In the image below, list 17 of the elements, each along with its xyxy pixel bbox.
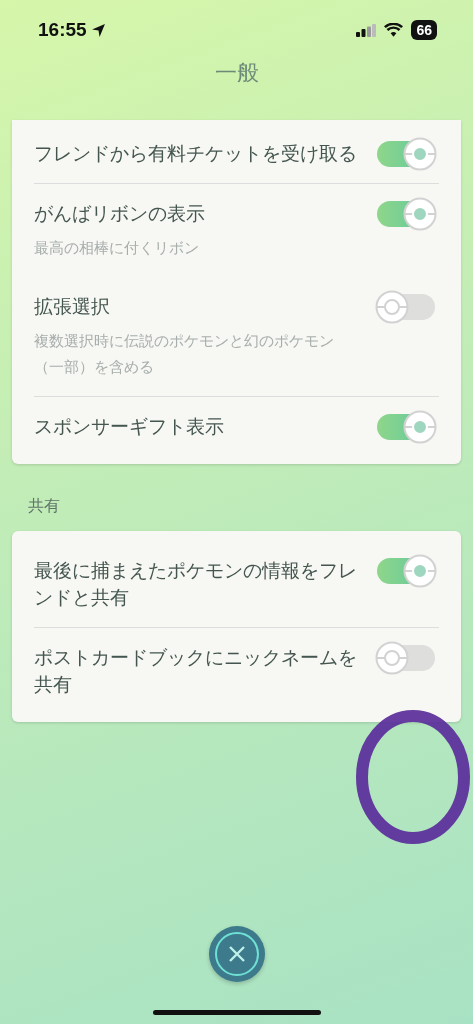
status-time: 16:55	[38, 19, 87, 41]
page-title: 一般	[213, 60, 260, 87]
setting-label: ポストカードブックにニックネームを共有	[34, 646, 357, 697]
setting-label: がんばリボンの表示	[34, 202, 206, 226]
section-header: 共有	[28, 496, 61, 517]
location-icon	[90, 22, 106, 38]
setting-label: フレンドから有料チケットを受け取る	[34, 142, 357, 166]
setting-label: 拡張選択	[34, 295, 111, 319]
signal-icon	[356, 23, 377, 37]
setting-description: 複数選択時に伝説のポケモンと幻のポケモン（一部）を含める	[34, 331, 335, 378]
setting-label: スポンサーギフト表示	[34, 415, 225, 439]
wifi-icon	[384, 23, 404, 37]
setting-label: 最後に捕まえたポケモンの情報をフレンドと共有	[34, 559, 357, 610]
close-button[interactable]	[208, 926, 265, 982]
battery-level: 66	[411, 20, 437, 40]
setting-description: 最高の相棒に付くリボン	[34, 238, 200, 259]
close-icon	[213, 931, 260, 977]
